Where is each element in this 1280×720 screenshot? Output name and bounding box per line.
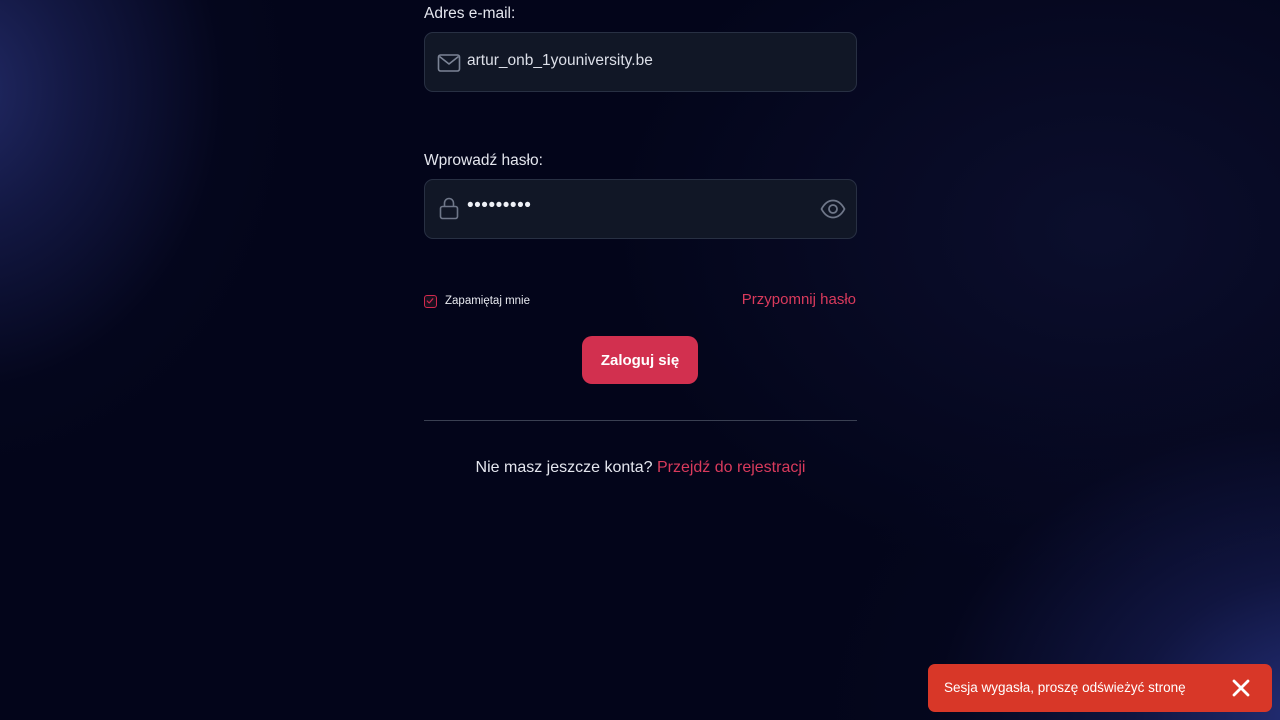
forgot-password-link[interactable]: Przypomnij hasło: [742, 291, 856, 308]
register-prompt-text: Nie masz jeszcze konta?: [475, 459, 653, 476]
divider: [424, 420, 857, 421]
email-value: artur_onb_1youniversity.be: [467, 52, 653, 69]
remember-me-label: Zapamiętaj mnie: [445, 295, 531, 307]
password-label: Wprowadź hasło:: [424, 152, 543, 169]
password-value: •••••••••: [467, 195, 532, 216]
session-expired-toast: Sesja wygasła, proszę odświeżyć stronę: [928, 664, 1272, 712]
password-field[interactable]: •••••••••: [424, 179, 857, 239]
email-label: Adres e-mail:: [424, 5, 516, 22]
lock-icon: [437, 196, 461, 220]
remember-me-checkbox[interactable]: [424, 294, 437, 308]
email-field[interactable]: artur_onb_1youniversity.be: [424, 32, 857, 92]
mail-icon: [437, 51, 461, 75]
register-link[interactable]: Przejdź do rejestracji: [657, 459, 806, 476]
eye-icon[interactable]: [820, 196, 846, 222]
toast-message: Sesja wygasła, proszę odświeżyć stronę: [944, 680, 1186, 695]
close-icon[interactable]: [1231, 678, 1251, 698]
login-button[interactable]: Zaloguj się: [582, 336, 698, 384]
register-prompt: Nie masz jeszcze konta? Przejdź do rejes…: [424, 459, 857, 477]
remember-me[interactable]: Zapamiętaj mnie: [424, 293, 530, 309]
